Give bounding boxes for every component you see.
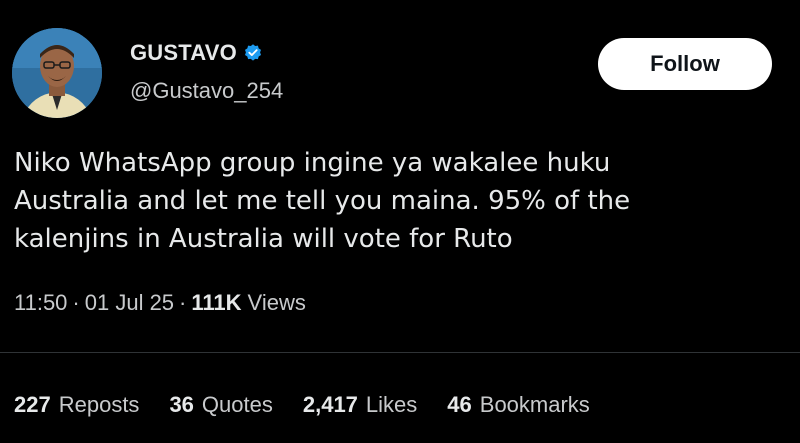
- bookmarks-label: Bookmarks: [479, 392, 590, 417]
- reposts-stat[interactable]: 227 Reposts: [14, 392, 139, 418]
- verified-badge-icon: [243, 43, 263, 63]
- avatar-image: [12, 28, 102, 118]
- likes-stat[interactable]: 2,417 Likes: [303, 392, 417, 418]
- meta-separator: ·: [72, 290, 80, 315]
- tweet-date[interactable]: 01 Jul 25: [85, 290, 174, 316]
- engagement-stats: 227 Reposts 36 Quotes 2,417 Likes 46 Boo…: [14, 392, 620, 418]
- likes-label: Likes: [365, 392, 418, 417]
- tweet-meta: 11:50 · 01 Jul 25 · 111K Views: [14, 290, 306, 316]
- avatar[interactable]: [12, 28, 102, 118]
- quotes-stat[interactable]: 36 Quotes: [169, 392, 272, 418]
- views-label: Views: [247, 290, 306, 315]
- meta-separator: ·: [179, 290, 187, 315]
- bookmarks-count: 46: [447, 392, 472, 417]
- user-handle[interactable]: @Gustavo_254: [130, 78, 283, 104]
- reposts-count: 227: [14, 392, 51, 417]
- quotes-label: Quotes: [201, 392, 273, 417]
- display-name[interactable]: GUSTAVO: [130, 40, 237, 66]
- bookmarks-stat[interactable]: 46 Bookmarks: [447, 392, 590, 418]
- tweet-text: Niko WhatsApp group ingine ya wakalee hu…: [14, 148, 631, 254]
- reposts-label: Reposts: [58, 392, 140, 417]
- name-row: GUSTAVO: [130, 40, 263, 66]
- divider: [0, 352, 800, 353]
- likes-count: 2,417: [302, 392, 358, 417]
- quotes-count: 36: [169, 392, 194, 417]
- views-count: 111K: [191, 290, 242, 315]
- tweet-time[interactable]: 11:50: [14, 290, 67, 316]
- follow-button[interactable]: Follow: [598, 38, 772, 90]
